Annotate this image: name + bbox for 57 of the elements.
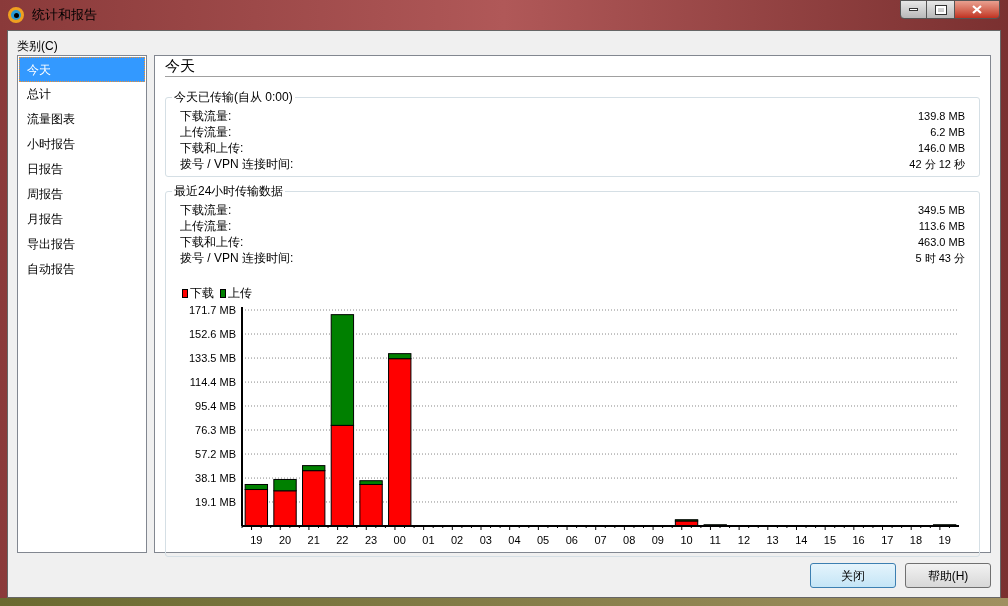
stat-label: 下载流量: bbox=[180, 108, 232, 124]
y-tick-label: 76.3 MB bbox=[195, 424, 236, 436]
x-tick-label: 03 bbox=[479, 534, 492, 546]
x-tick-label: 10 bbox=[680, 534, 693, 546]
stat-value: 463.0 MB bbox=[917, 235, 965, 250]
x-tick-label: 12 bbox=[737, 534, 751, 546]
x-tick-label: 23 bbox=[364, 534, 378, 546]
stat-value: 5 时 43 分 bbox=[915, 251, 965, 266]
y-tick-label: 152.6 MB bbox=[188, 328, 236, 341]
x-tick-label: 11 bbox=[709, 534, 721, 546]
x-tick-label: 06 bbox=[565, 534, 578, 546]
stat-label: 下载和上传: bbox=[180, 234, 244, 250]
y-tick-label: 57.2 MB bbox=[195, 448, 236, 461]
x-tick-label: 16 bbox=[852, 534, 865, 546]
x-tick-label: 04 bbox=[508, 534, 521, 546]
stat-value: 42 分 12 秒 bbox=[909, 157, 965, 172]
x-tick-label: 14 bbox=[795, 534, 808, 546]
x-tick-label: 17 bbox=[881, 534, 894, 546]
x-tick-label: 19 bbox=[250, 534, 263, 546]
x-tick-label: 00 bbox=[393, 534, 406, 546]
x-tick-label: 20 bbox=[278, 534, 292, 546]
panel-title: 今天 bbox=[165, 57, 980, 77]
x-tick-label: 01 bbox=[422, 534, 435, 546]
x-tick-label: 08 bbox=[623, 534, 636, 546]
stat-label: 拨号 / VPN 连接时间: bbox=[180, 250, 294, 266]
stat-value: 6.2 MB bbox=[930, 125, 965, 140]
category-label: 类别(C) bbox=[17, 38, 59, 54]
x-tick-label: 13 bbox=[766, 534, 779, 546]
x-tick-label: 19 bbox=[938, 534, 951, 546]
x-tick-label: 22 bbox=[336, 534, 349, 546]
x-tick-label: 18 bbox=[909, 534, 923, 546]
x-tick-label: 09 bbox=[651, 534, 664, 546]
stat-label: 上传流量: bbox=[180, 124, 232, 140]
stat-value: 349.5 MB bbox=[917, 203, 965, 218]
x-tick-label: 07 bbox=[594, 534, 607, 546]
y-tick-label: 95.4 MB bbox=[195, 400, 236, 412]
group-title: 最近24小时传输数据 bbox=[172, 184, 286, 199]
legend-label: 上传 bbox=[228, 285, 252, 302]
legend-label: 下载 bbox=[190, 285, 214, 302]
x-tick-label: 02 bbox=[451, 534, 464, 546]
stat-value: 146.0 MB bbox=[917, 141, 965, 156]
x-tick-label: 05 bbox=[537, 534, 550, 546]
stat-label: 下载和上传: bbox=[180, 140, 244, 156]
window-title: 统计和报告 bbox=[32, 6, 97, 25]
stat-label: 拨号 / VPN 连接时间: bbox=[180, 156, 294, 172]
stat-value: 139.8 MB bbox=[917, 109, 965, 124]
x-tick-label: 21 bbox=[307, 534, 320, 546]
stat-label: 下载流量: bbox=[180, 202, 232, 218]
stat-label: 上传流量: bbox=[180, 218, 232, 234]
y-tick-label: 38.1 MB bbox=[195, 472, 236, 485]
group-title: 今天已传输(自从 0:00) bbox=[172, 90, 295, 105]
stat-value: 113.6 MB bbox=[918, 219, 965, 234]
y-tick-label: 133.5 MB bbox=[188, 352, 236, 365]
y-tick-label: 19.1 MB bbox=[195, 495, 236, 508]
y-tick-label: 114.4 MB bbox=[189, 376, 236, 389]
y-tick-label: 171.7 MB bbox=[188, 304, 236, 316]
x-tick-label: 15 bbox=[823, 534, 837, 546]
